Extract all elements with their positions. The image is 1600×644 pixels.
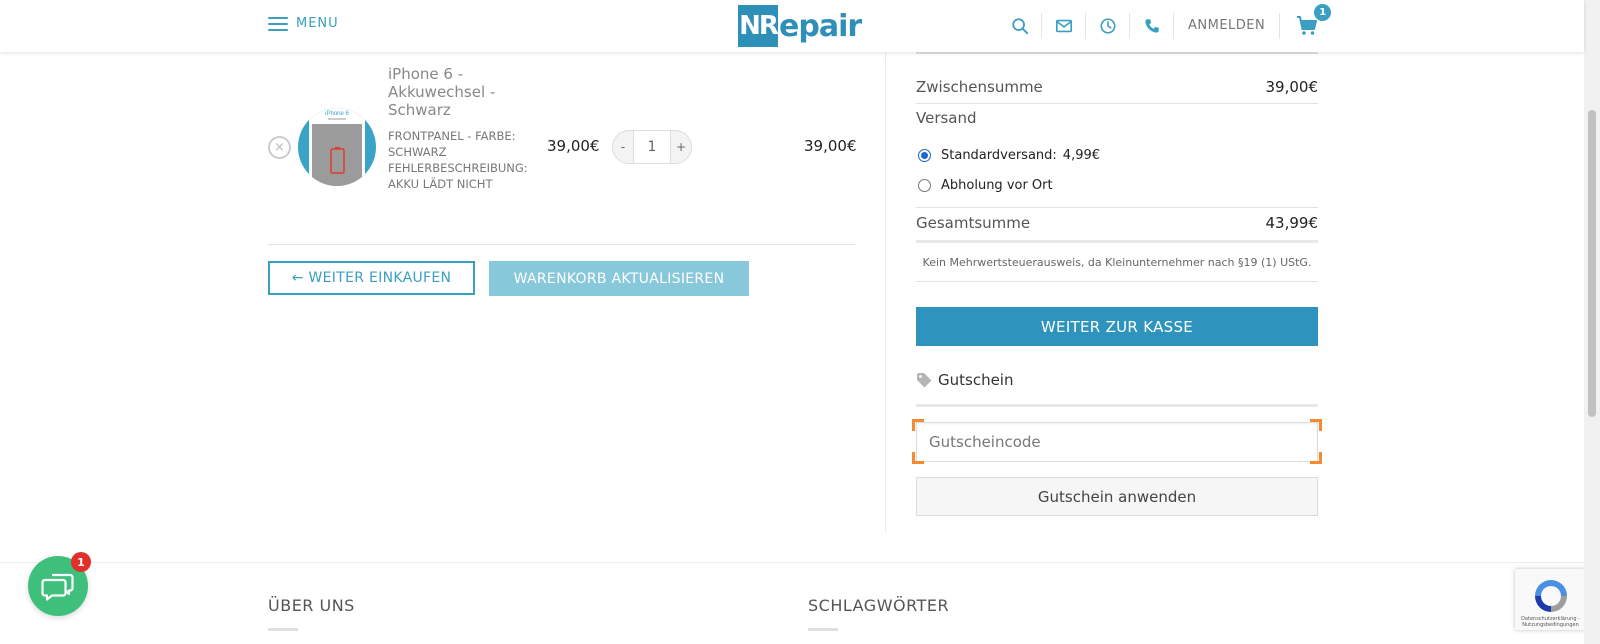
footer-heading-tags: SCHLAGWÖRTER bbox=[808, 596, 950, 615]
total-label: Gesamtsumme bbox=[916, 214, 1031, 232]
checkout-button[interactable]: WEITER ZUR KASSE bbox=[916, 307, 1318, 346]
subtotal-label: Zwischensumme bbox=[916, 78, 1043, 96]
divider bbox=[268, 628, 298, 631]
remove-item-button[interactable]: × bbox=[268, 136, 291, 159]
continue-shopping-button[interactable]: ← WEITER EINKAUFEN bbox=[268, 261, 475, 295]
recaptcha-badge[interactable]: Datenschutzerklärung - Nutzungsbedingung… bbox=[1515, 569, 1586, 630]
shipping-option-standard[interactable]: Standardversand: 4,99€ bbox=[918, 148, 1100, 163]
focus-corner bbox=[912, 419, 924, 431]
tag-icon bbox=[917, 373, 932, 388]
mail-icon bbox=[1055, 19, 1072, 33]
product-image: iPhone 6 bbox=[298, 108, 376, 186]
site-header: MENU NR epair ANMELDEN 1 bbox=[0, 0, 1584, 52]
tax-note: Kein Mehrwertsteuerausweis, da Kleinunte… bbox=[922, 256, 1312, 269]
product-attr-line: AKKU LÄDT NICHT bbox=[388, 177, 493, 191]
divider bbox=[268, 244, 855, 245]
total-value: 43,99€ bbox=[1265, 214, 1319, 232]
product-attr-line: FEHLERBESCHREIBUNG: bbox=[388, 161, 528, 175]
focus-corner bbox=[912, 452, 924, 464]
thumb-label: iPhone 6 bbox=[325, 111, 349, 117]
product-attr-line: SCHWARZ bbox=[388, 145, 447, 159]
focus-corner bbox=[1310, 452, 1322, 464]
menu-button[interactable]: MENU bbox=[268, 16, 339, 31]
clock-icon bbox=[1099, 18, 1116, 34]
product-attributes: FRONTPANEL - FARBE: SCHWARZ FEHLERBESCHR… bbox=[388, 128, 528, 192]
search-icon bbox=[1011, 18, 1028, 35]
divider bbox=[916, 52, 1318, 54]
divider bbox=[916, 240, 1318, 243]
column-divider bbox=[885, 52, 886, 532]
update-cart-button[interactable]: WARENKORB AKTUALISIEREN bbox=[489, 261, 749, 296]
hamburger-icon bbox=[268, 16, 288, 31]
coupon-heading-text: Gutschein bbox=[938, 371, 1014, 389]
subtotal-row: Zwischensumme 39,00€ bbox=[916, 78, 1318, 96]
logo-mark: NR bbox=[738, 5, 779, 47]
item-subtotal: 39,00€ bbox=[804, 137, 857, 155]
divider bbox=[808, 628, 838, 631]
quantity-increase-button[interactable]: + bbox=[670, 130, 692, 164]
scrollbar-thumb[interactable] bbox=[1588, 110, 1596, 417]
cart-icon bbox=[1297, 16, 1318, 35]
shipping-label: Versand bbox=[916, 109, 977, 127]
item-price: 39,00€ bbox=[547, 137, 600, 155]
divider bbox=[916, 103, 1318, 104]
quantity-stepper: - 1 + bbox=[612, 130, 692, 164]
divider bbox=[916, 281, 1318, 282]
page-scrollbar[interactable] bbox=[1584, 0, 1600, 644]
radio-checked[interactable] bbox=[918, 149, 931, 162]
chat-icon bbox=[41, 573, 74, 601]
recaptcha-links[interactable]: Datenschutzerklärung - Nutzungsbedingung… bbox=[1515, 616, 1586, 628]
menu-label: MENU bbox=[296, 16, 339, 31]
product-attr-line: FRONTPANEL - FARBE: bbox=[388, 129, 516, 143]
radio-unchecked[interactable] bbox=[918, 179, 931, 192]
quantity-decrease-button[interactable]: - bbox=[612, 130, 634, 164]
mail-button[interactable] bbox=[1042, 13, 1086, 39]
shipping-option-pickup[interactable]: Abholung vor Ort bbox=[918, 178, 1053, 193]
footer-divider bbox=[0, 562, 1584, 563]
product-thumbnail[interactable]: iPhone 6 bbox=[298, 102, 376, 192]
product-name-link[interactable]: iPhone 6 - Akkuwechsel - Schwarz bbox=[388, 65, 526, 119]
divider bbox=[916, 207, 1318, 208]
coupon-heading: Gutschein bbox=[916, 371, 1013, 389]
chat-notification-badge: 1 bbox=[71, 552, 91, 572]
logo-text: epair bbox=[779, 8, 862, 44]
site-logo[interactable]: NR epair bbox=[738, 5, 862, 47]
search-button[interactable] bbox=[998, 13, 1042, 39]
shipping-option-price: 4,99€ bbox=[1062, 148, 1101, 163]
footer-heading-about: ÜBER UNS bbox=[268, 596, 355, 615]
phone-button[interactable] bbox=[1130, 13, 1174, 39]
total-row: Gesamtsumme 43,99€ bbox=[916, 214, 1318, 232]
recaptcha-icon bbox=[1534, 580, 1567, 612]
divider bbox=[916, 404, 1318, 407]
coupon-code-input[interactable]: Gutscheincode bbox=[916, 422, 1318, 462]
shipping-option-label: Standardversand: bbox=[941, 148, 1057, 163]
hours-button[interactable] bbox=[1086, 13, 1130, 39]
login-link[interactable]: ANMELDEN bbox=[1188, 13, 1281, 39]
phone-icon bbox=[1144, 19, 1159, 33]
cart-count-badge: 1 bbox=[1314, 4, 1332, 21]
shipping-option-label: Abholung vor Ort bbox=[941, 178, 1053, 193]
quantity-input[interactable]: 1 bbox=[634, 130, 670, 164]
cart-button[interactable]: 1 bbox=[1294, 4, 1332, 39]
apply-coupon-button[interactable]: Gutschein anwenden bbox=[916, 477, 1318, 516]
focus-corner bbox=[1310, 419, 1322, 431]
subtotal-value: 39,00€ bbox=[1265, 78, 1319, 96]
header-actions: ANMELDEN 1 bbox=[998, 4, 1332, 39]
